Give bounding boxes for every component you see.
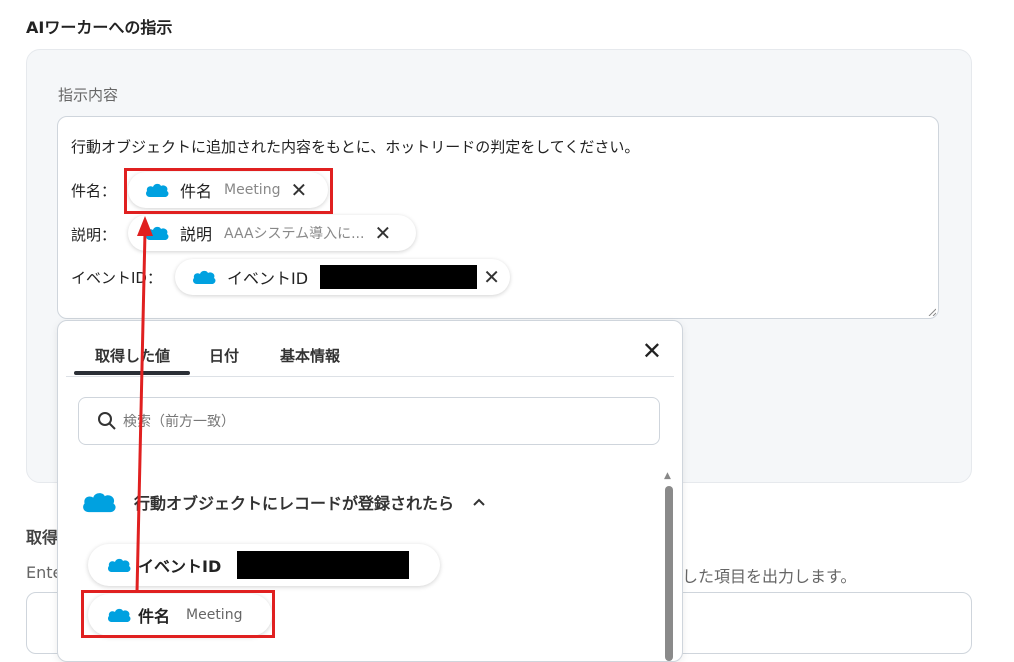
annotation-arrow	[135, 216, 153, 593]
